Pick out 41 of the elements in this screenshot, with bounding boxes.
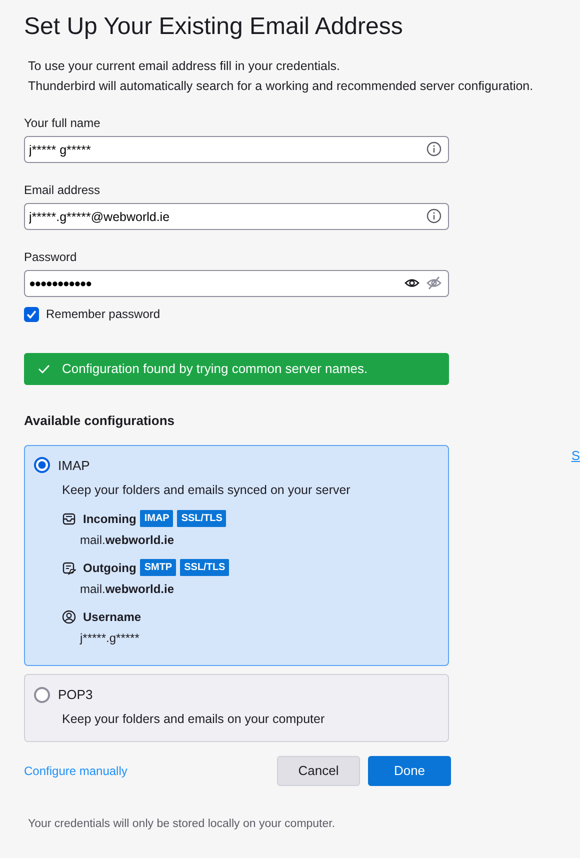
detail-label: Outgoing	[83, 560, 136, 577]
intro-text: Thunderbird will automatically search for a working and recommended server configuration.	[27, 78, 534, 95]
detail-value: j*****.g*****	[80, 630, 140, 647]
user-icon	[62, 610, 76, 624]
field-label: Your full name	[24, 115, 102, 132]
radio-button[interactable]	[34, 686, 50, 702]
tag: SMTP	[140, 559, 176, 576]
done-button[interactable]: Done	[368, 756, 451, 786]
cancel-button[interactable]: Cancel	[277, 756, 360, 786]
configuration-name: IMAP	[58, 456, 90, 474]
info-icon	[426, 208, 442, 224]
eye-slash-icon[interactable]	[426, 275, 442, 291]
footer-note: Your credentials will only be stored locally on your computer.	[28, 817, 336, 832]
configuration-description: Keep your folders and emails on your computer	[62, 711, 326, 728]
configuration-card[interactable]: POP3 Keep your folders and emails on your computer	[24, 674, 449, 742]
detail-label: Username	[83, 608, 142, 626]
field-label: Password	[24, 249, 78, 266]
tag: IMAP	[140, 510, 174, 528]
radio-button[interactable]	[34, 457, 50, 474]
checkmark-icon	[38, 364, 50, 374]
info-icon	[426, 141, 442, 157]
password-field[interactable]: ●●●●●●●●●●●	[24, 270, 449, 297]
tag: SSL/TLS	[177, 510, 226, 528]
status-text: Configuration found by trying common server names.	[62, 360, 368, 378]
detail-value: mail.webworld.ie	[80, 580, 176, 598]
checkbox-label: Remember password	[46, 306, 160, 323]
field-label: Email address	[24, 182, 102, 199]
outbox-icon	[62, 560, 76, 575]
configuration-card[interactable]: IMAP Keep your folders and emails synced on your server Incoming IMAP SSL/TLS mail.webworld.ie Outgoing SMTP SSL/TLS mail.webworld.ie Username j*****.g*****	[24, 444, 449, 666]
configuration-description: Keep your folders and emails synced on your server	[62, 482, 352, 499]
intro-text: To use your current email address fill in your credentials.	[27, 58, 341, 75]
detail-label: Incoming	[83, 510, 136, 528]
detail-value: mail.webworld.ie	[80, 532, 176, 549]
text-field[interactable]: j*****.g*****@webworld.ie	[24, 203, 449, 230]
section-heading: Available configurations	[24, 412, 176, 430]
page-title: Set Up Your Existing Email Address	[24, 12, 404, 42]
text-field[interactable]: j***** g*****	[24, 136, 449, 163]
tag: SSL/TLS	[180, 559, 230, 576]
inbox-icon	[62, 512, 76, 526]
checkbox[interactable]	[24, 306, 39, 322]
configuration-name: POP3	[58, 686, 93, 704]
